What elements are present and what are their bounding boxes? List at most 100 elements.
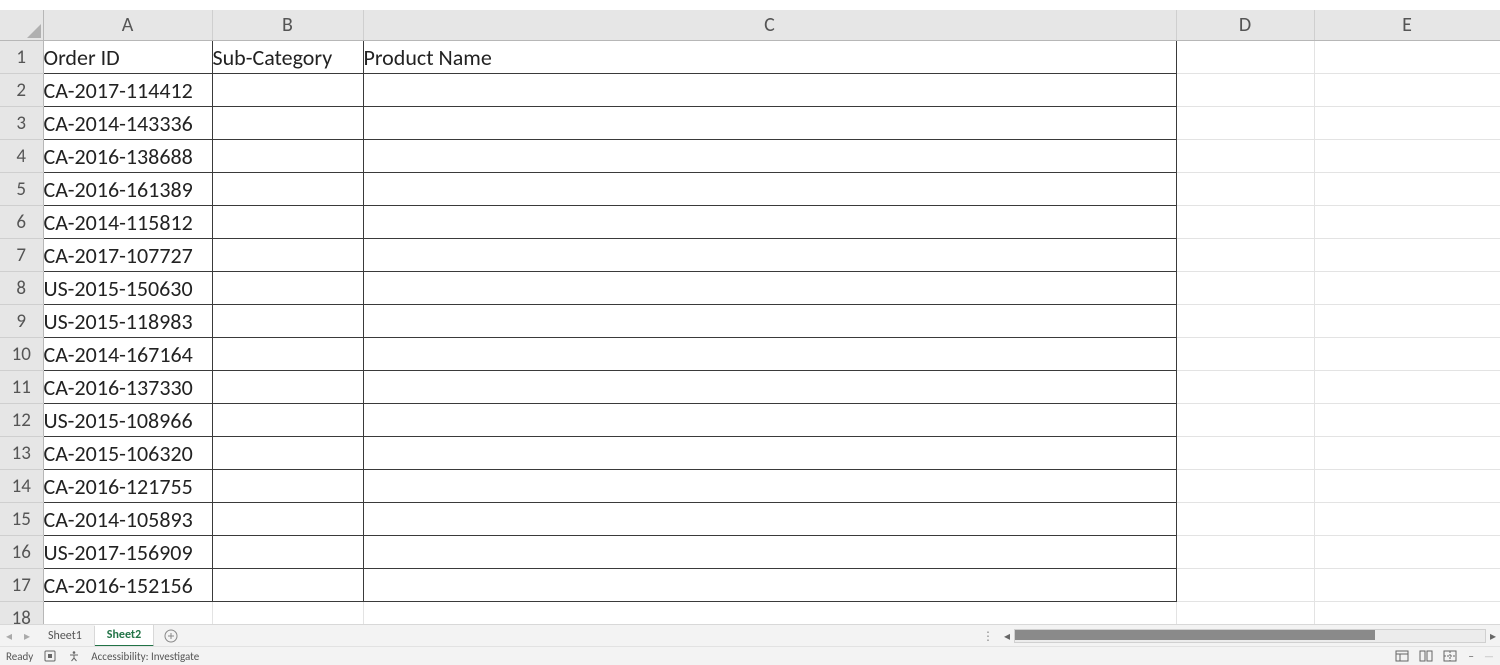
cell-C13[interactable] <box>363 437 1176 470</box>
cell-A17[interactable]: CA-2016-152156 <box>43 569 212 602</box>
cell-C2[interactable] <box>363 74 1176 107</box>
cell-C15[interactable] <box>363 503 1176 536</box>
tab-scroll-split-icon[interactable]: ⋮ <box>982 629 1000 644</box>
cell-D11[interactable] <box>1176 371 1314 404</box>
cell-D8[interactable] <box>1176 272 1314 305</box>
sheet-tab-sheet2[interactable]: Sheet2 <box>95 625 154 647</box>
cell-B17[interactable] <box>212 569 363 602</box>
row-header-12[interactable]: 12 <box>0 404 43 437</box>
cell-E14[interactable] <box>1314 470 1500 503</box>
cell-B4[interactable] <box>212 140 363 173</box>
cell-E6[interactable] <box>1314 206 1500 239</box>
view-normal-button[interactable] <box>1393 649 1411 663</box>
cell-B2[interactable] <box>212 74 363 107</box>
cell-B3[interactable] <box>212 107 363 140</box>
cell-E15[interactable] <box>1314 503 1500 536</box>
cell-D9[interactable] <box>1176 305 1314 338</box>
cell-D2[interactable] <box>1176 74 1314 107</box>
cell-E4[interactable] <box>1314 140 1500 173</box>
cell-A10[interactable]: CA-2014-167164 <box>43 338 212 371</box>
cell-C5[interactable] <box>363 173 1176 206</box>
cell-B13[interactable] <box>212 437 363 470</box>
cell-A5[interactable]: CA-2016-161389 <box>43 173 212 206</box>
cell-E13[interactable] <box>1314 437 1500 470</box>
row-header-6[interactable]: 6 <box>0 206 43 239</box>
cell-D4[interactable] <box>1176 140 1314 173</box>
cell-B10[interactable] <box>212 338 363 371</box>
view-page-break-button[interactable] <box>1441 649 1459 663</box>
cell-A12[interactable]: US-2015-108966 <box>43 404 212 437</box>
hscroll-left-button[interactable]: ◂ <box>1000 629 1014 644</box>
cell-B5[interactable] <box>212 173 363 206</box>
cell-B16[interactable] <box>212 536 363 569</box>
sheet-nav-prev-button[interactable]: ◂ <box>0 629 18 644</box>
cell-D3[interactable] <box>1176 107 1314 140</box>
cell-A3[interactable]: CA-2014-143336 <box>43 107 212 140</box>
cell-E17[interactable] <box>1314 569 1500 602</box>
row-header-8[interactable]: 8 <box>0 272 43 305</box>
cell-E16[interactable] <box>1314 536 1500 569</box>
cell-C8[interactable] <box>363 272 1176 305</box>
cell-A13[interactable]: CA-2015-106320 <box>43 437 212 470</box>
row-header-11[interactable]: 11 <box>0 371 43 404</box>
row-header-5[interactable]: 5 <box>0 173 43 206</box>
cell-B7[interactable] <box>212 239 363 272</box>
cell-C4[interactable] <box>363 140 1176 173</box>
column-header-e[interactable]: E <box>1314 10 1500 41</box>
cell-D7[interactable] <box>1176 239 1314 272</box>
cell-B1[interactable]: Sub-Category <box>212 41 363 74</box>
column-header-a[interactable]: A <box>43 10 212 41</box>
row-header-3[interactable]: 3 <box>0 107 43 140</box>
cell-E7[interactable] <box>1314 239 1500 272</box>
hscroll-right-button[interactable]: ▸ <box>1486 629 1500 644</box>
column-header-b[interactable]: B <box>212 10 363 41</box>
row-header-15[interactable]: 15 <box>0 503 43 536</box>
cell-A11[interactable]: CA-2016-137330 <box>43 371 212 404</box>
cell-B9[interactable] <box>212 305 363 338</box>
row-header-9[interactable]: 9 <box>0 305 43 338</box>
sheet-nav-next-button[interactable]: ▸ <box>18 629 36 644</box>
cell-D1[interactable] <box>1176 41 1314 74</box>
cell-B14[interactable] <box>212 470 363 503</box>
row-header-1[interactable]: 1 <box>0 41 43 74</box>
cell-D16[interactable] <box>1176 536 1314 569</box>
cell-C14[interactable] <box>363 470 1176 503</box>
row-header-16[interactable]: 16 <box>0 536 43 569</box>
cell-E11[interactable] <box>1314 371 1500 404</box>
cell-E5[interactable] <box>1314 173 1500 206</box>
cell-C6[interactable] <box>363 206 1176 239</box>
cell-E8[interactable] <box>1314 272 1500 305</box>
cell-A6[interactable]: CA-2014-115812 <box>43 206 212 239</box>
cell-A2[interactable]: CA-2017-114412 <box>43 74 212 107</box>
cell-D13[interactable] <box>1176 437 1314 470</box>
cell-D12[interactable] <box>1176 404 1314 437</box>
cell-A4[interactable]: CA-2016-138688 <box>43 140 212 173</box>
cell-C9[interactable] <box>363 305 1176 338</box>
cell-B15[interactable] <box>212 503 363 536</box>
cell-A15[interactable]: CA-2014-105893 <box>43 503 212 536</box>
macro-record-icon[interactable] <box>43 649 57 663</box>
row-header-10[interactable]: 10 <box>0 338 43 371</box>
cell-C3[interactable] <box>363 107 1176 140</box>
sheet-tab-sheet1[interactable]: Sheet1 <box>36 626 95 646</box>
cell-D14[interactable] <box>1176 470 1314 503</box>
cell-D10[interactable] <box>1176 338 1314 371</box>
cell-E10[interactable] <box>1314 338 1500 371</box>
column-header-d[interactable]: D <box>1176 10 1314 41</box>
cell-E1[interactable] <box>1314 41 1500 74</box>
row-header-2[interactable]: 2 <box>0 74 43 107</box>
cell-E9[interactable] <box>1314 305 1500 338</box>
cell-E3[interactable] <box>1314 107 1500 140</box>
row-header-13[interactable]: 13 <box>0 437 43 470</box>
cell-A14[interactable]: CA-2016-121755 <box>43 470 212 503</box>
cell-D6[interactable] <box>1176 206 1314 239</box>
cell-A7[interactable]: CA-2017-107727 <box>43 239 212 272</box>
row-header-7[interactable]: 7 <box>0 239 43 272</box>
cell-D17[interactable] <box>1176 569 1314 602</box>
cell-A9[interactable]: US-2015-118983 <box>43 305 212 338</box>
cell-C1[interactable]: Product Name <box>363 41 1176 74</box>
cell-A16[interactable]: US-2017-156909 <box>43 536 212 569</box>
cell-A1[interactable]: Order ID <box>43 41 212 74</box>
cell-C16[interactable] <box>363 536 1176 569</box>
cell-D15[interactable] <box>1176 503 1314 536</box>
